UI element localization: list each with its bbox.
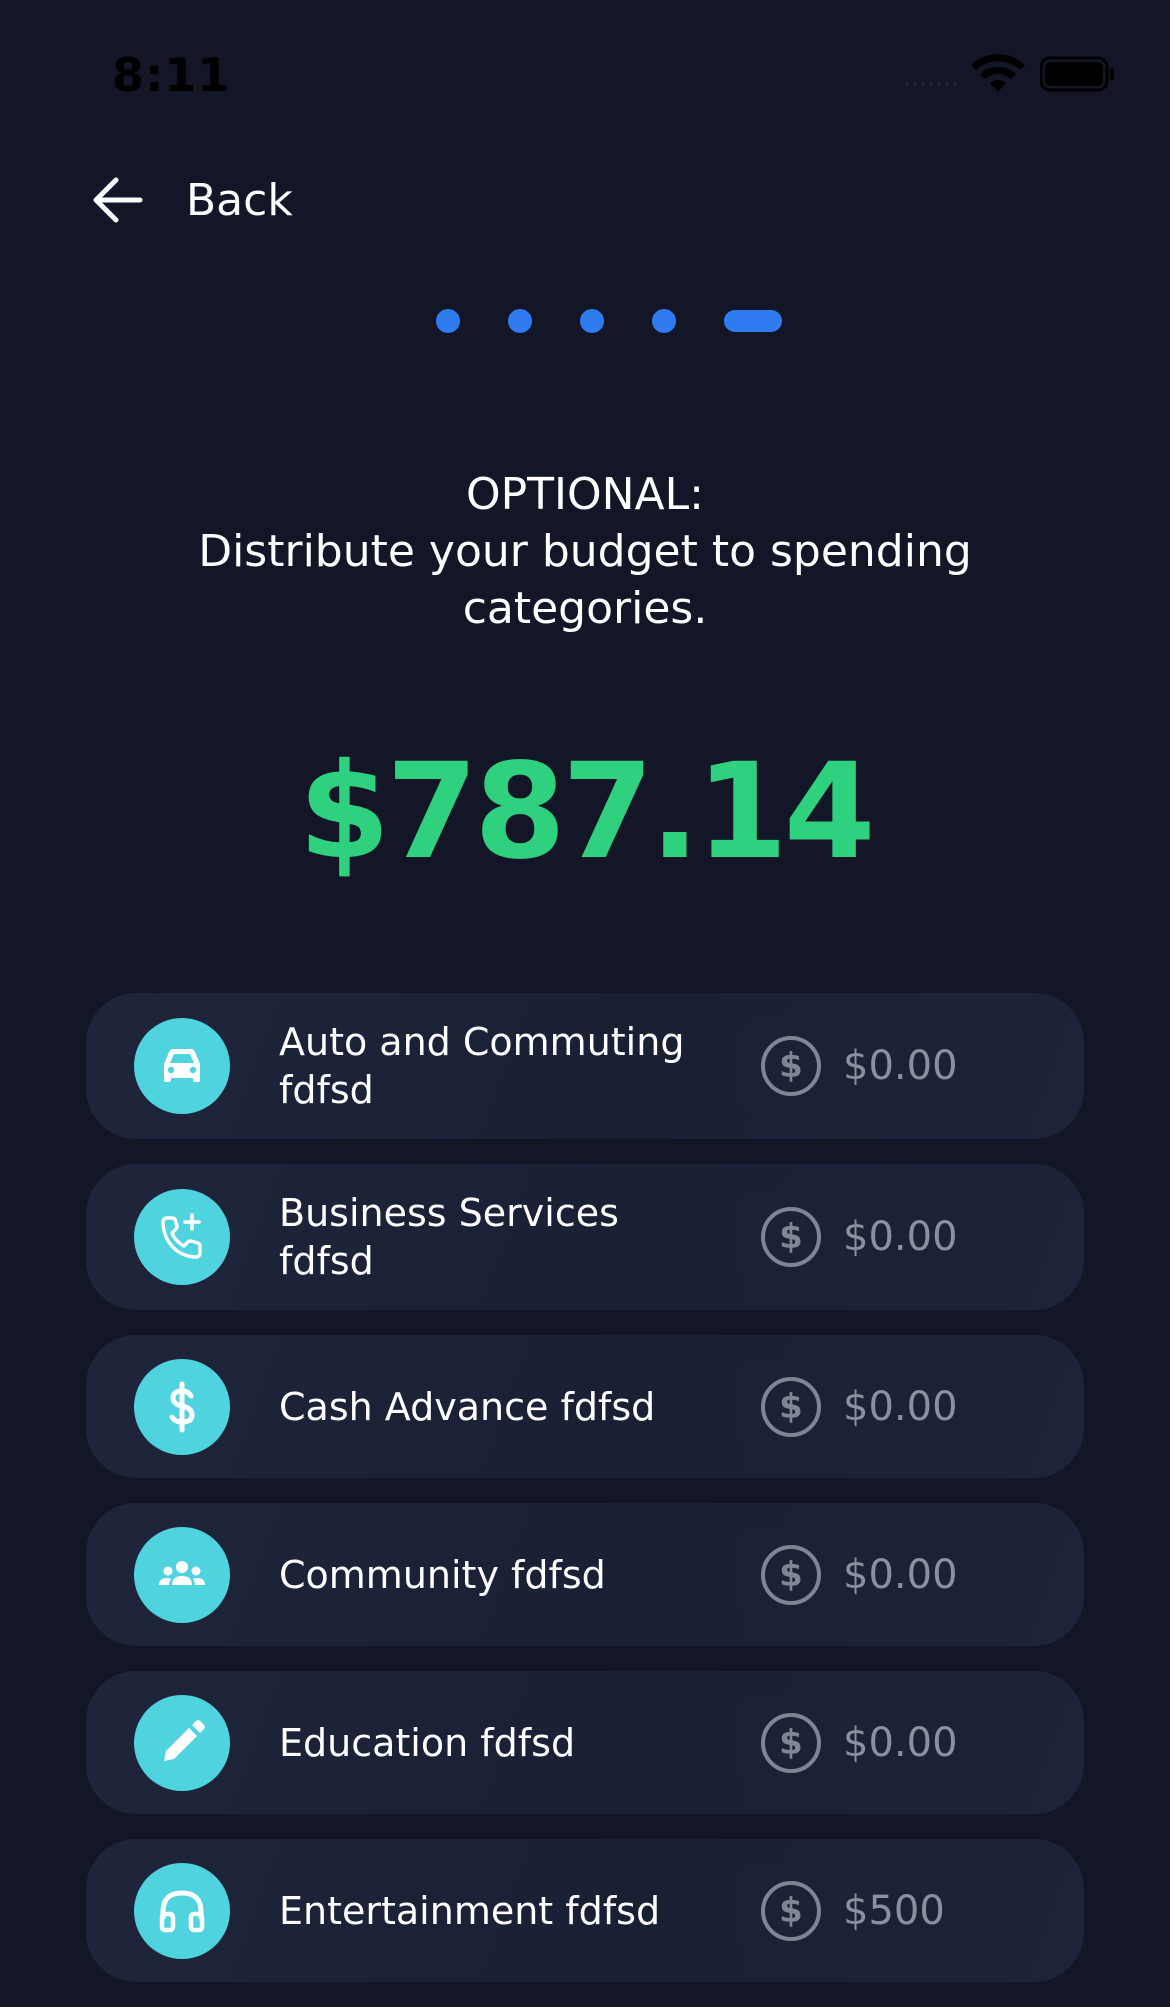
category-label: Business Services fdfsd	[279, 1189, 719, 1285]
amount-input[interactable]	[843, 1043, 1023, 1089]
phone-add-icon	[134, 1189, 230, 1285]
amount-field[interactable]: $	[737, 1189, 1037, 1285]
step-indicator	[436, 309, 782, 333]
category-row: Business Services fdfsd $	[86, 1164, 1084, 1310]
category-name: Education fdfsd	[279, 1720, 576, 1765]
people-icon	[134, 1526, 230, 1623]
dollar-icon	[134, 1358, 230, 1455]
category-label: Cash Advance fdfsd	[279, 1383, 719, 1431]
category-row: Cash Advance fdfsd $	[86, 1335, 1084, 1478]
amount-input[interactable]	[843, 1214, 1023, 1260]
category-row: Education fdfsd $	[86, 1671, 1084, 1814]
status-time: 8:11	[112, 48, 231, 102]
dollar-circle-icon: $	[761, 1036, 821, 1096]
wifi-icon	[971, 54, 1025, 92]
dollar-circle-icon: $	[761, 1712, 821, 1773]
budget-total: $787.14	[298, 735, 875, 889]
headphones-icon	[134, 1862, 230, 1959]
amount-field[interactable]: $	[737, 1694, 1037, 1791]
step-dot	[508, 309, 532, 333]
category-name: Entertainment fdfsd	[279, 1888, 661, 1933]
category-row: Community fdfsd $	[86, 1503, 1084, 1646]
pencil-icon	[134, 1694, 230, 1791]
category-name: Auto and Commuting	[279, 1020, 685, 1064]
status-bar: 8:11	[0, 0, 1170, 150]
category-name: Business Services	[279, 1191, 619, 1235]
category-name-cont: fdfsd	[279, 1068, 374, 1112]
back-label: Back	[186, 174, 293, 226]
amount-field[interactable]: $	[737, 1862, 1037, 1959]
car-icon	[134, 1018, 230, 1114]
amount-input[interactable]	[843, 1383, 1023, 1430]
amount-field[interactable]: $	[737, 1526, 1037, 1623]
step-dot	[436, 309, 460, 333]
category-label: Education fdfsd	[279, 1719, 719, 1767]
amount-field[interactable]: $	[737, 1018, 1037, 1114]
category-row: Entertainment fdfsd $	[86, 1839, 1084, 1982]
category-label: Entertainment fdfsd	[279, 1887, 719, 1935]
heading-line: OPTIONAL:	[465, 469, 704, 520]
category-name-cont: fdfsd	[279, 1239, 374, 1283]
heading-line: Distribute your budget to spending	[198, 526, 972, 577]
dollar-circle-icon: $	[761, 1544, 821, 1605]
category-name: Cash Advance fdfsd	[279, 1384, 656, 1429]
amount-input[interactable]	[843, 1887, 1023, 1934]
amount-input[interactable]	[843, 1719, 1023, 1766]
amount-input[interactable]	[843, 1551, 1023, 1598]
dollar-circle-icon: $	[761, 1880, 821, 1941]
page-heading: OPTIONAL: Distribute your budget to spen…	[0, 466, 1170, 637]
step-dot	[580, 309, 604, 333]
category-list: Auto and Commuting fdfsd $ Business Serv…	[86, 993, 1084, 2007]
step-dot	[652, 309, 676, 333]
category-label: Community fdfsd	[279, 1551, 719, 1599]
category-row: Auto and Commuting fdfsd $	[86, 993, 1084, 1139]
step-dot-active	[724, 310, 782, 332]
category-label: Auto and Commuting fdfsd	[279, 1018, 719, 1114]
dollar-circle-icon: $	[761, 1376, 821, 1437]
battery-icon	[1040, 56, 1114, 92]
category-name: Community fdfsd	[279, 1552, 606, 1597]
dollar-circle-icon: $	[761, 1207, 821, 1267]
back-button[interactable]: Back	[88, 165, 293, 235]
signal-icon	[905, 82, 957, 92]
amount-field[interactable]: $	[737, 1358, 1037, 1455]
heading-line: categories.	[462, 583, 708, 634]
arrow-left-icon	[93, 177, 143, 223]
